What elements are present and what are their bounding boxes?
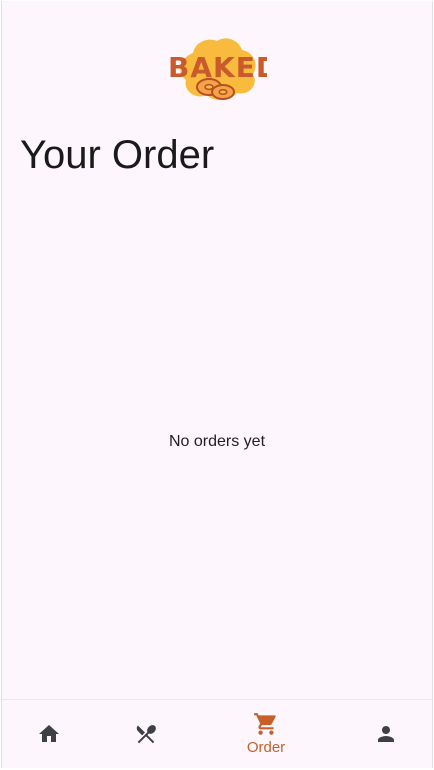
cart-icon bbox=[254, 713, 276, 735]
bottom-navigation-bar: Order bbox=[2, 699, 432, 768]
order-screen: BAKED Your Order No orders yet bbox=[1, 1, 433, 768]
logo-wordmark: BAKED bbox=[168, 51, 267, 84]
page-title: Your Order bbox=[20, 133, 215, 177]
nav-home-tab[interactable] bbox=[13, 700, 85, 768]
person-icon bbox=[378, 726, 394, 742]
nav-menu-tab[interactable] bbox=[110, 700, 182, 768]
home-icon bbox=[39, 725, 59, 742]
baked-logo-mark: BAKED bbox=[168, 38, 279, 101]
utensils-icon bbox=[136, 725, 156, 744]
nav-order-tab[interactable]: Order bbox=[230, 700, 302, 768]
nav-order-label: Order bbox=[246, 739, 286, 756]
brand-logo: BAKED bbox=[165, 35, 279, 105]
nav-profile-tab[interactable] bbox=[350, 700, 422, 768]
empty-orders-message: No orders yet bbox=[168, 433, 266, 450]
